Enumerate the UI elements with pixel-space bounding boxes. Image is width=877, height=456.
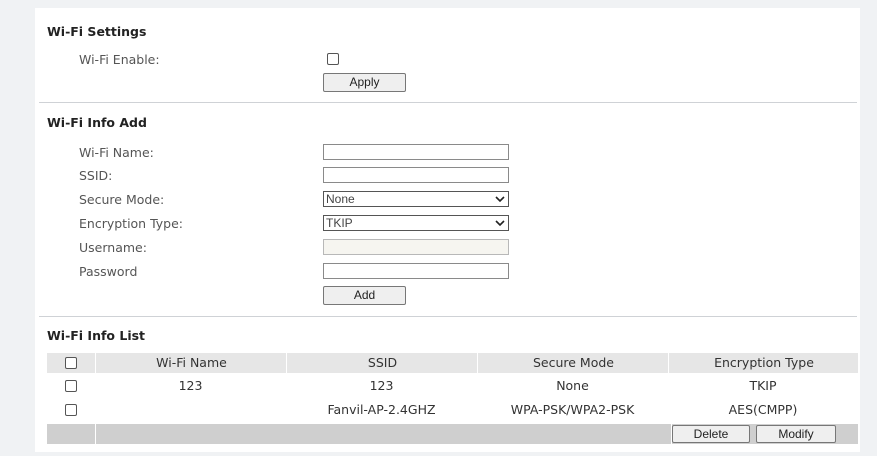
row-ssid: 123	[369, 378, 394, 393]
row-encryption-type: TKIP	[749, 378, 777, 393]
table-footer-cell	[47, 424, 95, 444]
delete-button[interactable]: Delete	[672, 425, 750, 443]
table-footer-actions: Delete Modify	[672, 424, 858, 444]
row-select-checkbox[interactable]	[65, 380, 77, 392]
username-label: Username:	[79, 240, 147, 255]
password-input[interactable]	[323, 263, 509, 279]
select-all-cell	[47, 353, 95, 373]
apply-button[interactable]: Apply	[323, 73, 406, 92]
column-header-ssid: SSID	[286, 353, 478, 373]
encryption-type-label: Encryption Type:	[79, 216, 184, 231]
table-header: Wi-Fi Name SSID Secure Mode Encryption T…	[47, 353, 858, 373]
wifi-info-list-title: Wi-Fi Info List	[47, 328, 146, 343]
column-header-secure-mode: Secure Mode	[477, 353, 669, 373]
table-footer-cell	[96, 424, 671, 444]
wifi-info-add-title: Wi-Fi Info Add	[47, 115, 147, 130]
table-row: Fanvil-AP-2.4GHZ WPA-PSK/WPA2-PSK AES(CM…	[47, 400, 858, 420]
add-button[interactable]: Add	[323, 286, 406, 305]
chevron-down-icon	[495, 196, 505, 203]
ssid-label: SSID:	[79, 168, 113, 183]
row-secure-mode: None	[556, 378, 589, 393]
row-wifi-name	[95, 400, 286, 420]
username-input	[323, 239, 509, 255]
table-row: 123 123 None TKIP	[47, 376, 858, 396]
password-label: Password	[79, 264, 138, 279]
chevron-down-icon	[495, 220, 505, 227]
wifi-name-label: Wi-Fi Name:	[79, 145, 154, 160]
section-divider	[39, 102, 857, 103]
section-divider	[39, 316, 857, 317]
column-header-wifi-name: Wi-Fi Name	[95, 353, 287, 373]
secure-mode-value: None	[326, 192, 355, 206]
select-all-checkbox[interactable]	[65, 357, 77, 369]
wifi-config-panel: Wi-Fi Settings Wi-Fi Enable: Apply Wi-Fi…	[35, 8, 860, 452]
secure-mode-select[interactable]: None	[323, 191, 509, 207]
row-secure-mode: WPA-PSK/WPA2-PSK	[510, 402, 635, 417]
encryption-type-select[interactable]: TKIP	[323, 215, 509, 231]
wifi-settings-title: Wi-Fi Settings	[47, 24, 147, 39]
secure-mode-label: Secure Mode:	[79, 192, 165, 207]
modify-button[interactable]: Modify	[756, 425, 836, 443]
wifi-enable-label: Wi-Fi Enable:	[79, 52, 160, 67]
row-ssid: Fanvil-AP-2.4GHZ	[327, 402, 436, 417]
column-header-encryption-type: Encryption Type	[668, 353, 859, 373]
wifi-enable-checkbox[interactable]	[327, 53, 339, 65]
wifi-name-input[interactable]	[323, 144, 509, 160]
encryption-type-value: TKIP	[326, 216, 353, 230]
row-select-checkbox[interactable]	[65, 404, 77, 416]
row-wifi-name: 123	[178, 378, 203, 393]
row-encryption-type: AES(CMPP)	[728, 402, 798, 417]
ssid-input[interactable]	[323, 167, 509, 183]
